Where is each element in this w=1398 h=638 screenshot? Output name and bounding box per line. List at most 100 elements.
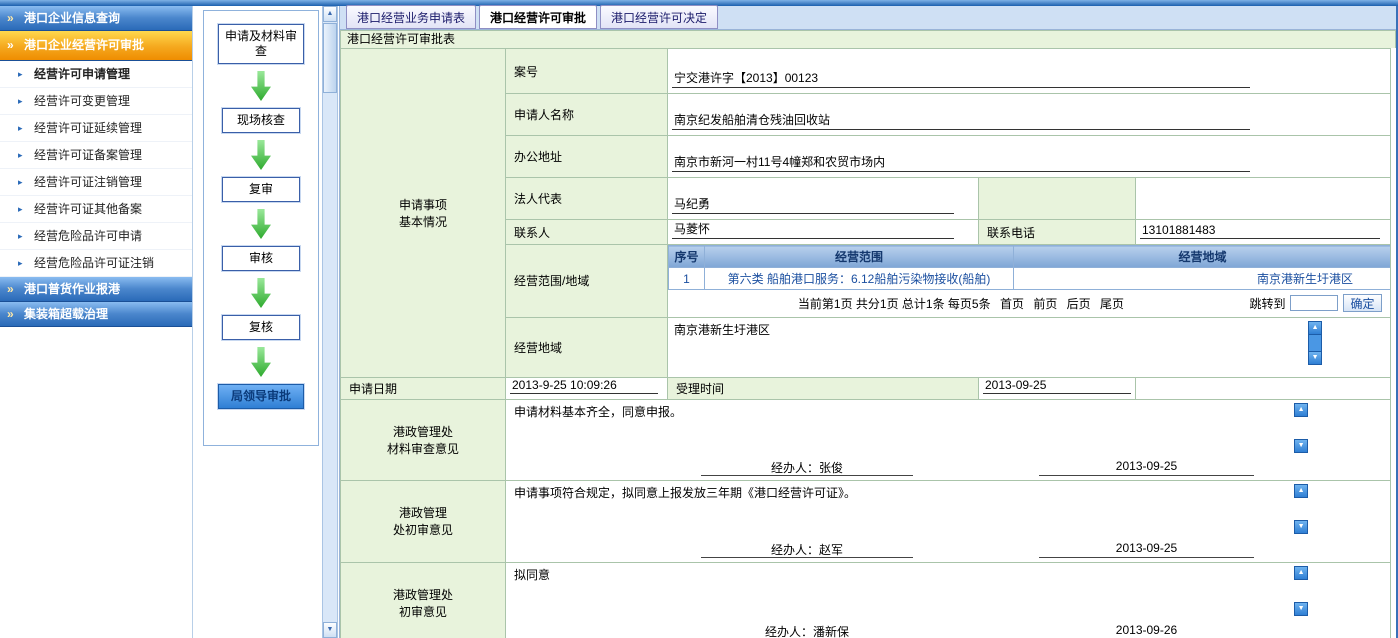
scrollbar-track[interactable] <box>1294 498 1308 520</box>
empty-value-cell <box>1136 178 1391 220</box>
tab-application-form[interactable]: 港口经营业务申请表 <box>346 5 476 29</box>
field-label-area: 经营地域 <box>506 317 668 377</box>
opinion-cell-initial-review: 拟同意 ▲ ▼ 经办人：潘新保 2013-09-26 <box>506 562 1391 638</box>
pagination-summary: 当前第1页 共分1页 总计1条 每页5条 <box>798 297 991 311</box>
phone-field[interactable]: 13101881483 <box>1140 223 1380 239</box>
scope-table-row[interactable]: 1 第六类 船舶港口服务：6.12船舶污染物接收(船舶) 南京港新生圩港区 <box>669 268 1391 290</box>
scroll-down-icon[interactable]: ▼ <box>1294 602 1308 616</box>
sidebar-item-label: 经营许可证备案管理 <box>34 148 142 162</box>
sidebar-item-license-apply[interactable]: ▸ 经营许可申请管理 <box>0 61 192 88</box>
scope-header-area: 经营地域 <box>1014 246 1391 268</box>
jump-confirm-button[interactable]: 确定 <box>1343 294 1381 312</box>
scroll-up-icon[interactable]: ▲ <box>1294 484 1308 498</box>
workflow-step-leader-approval[interactable]: 局领导审批 <box>218 384 304 409</box>
sidebar-item-license-other-filing[interactable]: ▸ 经营许可证其他备案 <box>0 196 192 223</box>
workflow-step-material-review[interactable]: 申请及材料审查 <box>218 24 304 64</box>
vertical-scrollbar[interactable]: ▲ ▼ <box>322 6 338 638</box>
pagination-prev-link[interactable]: 前页 <box>1033 297 1057 311</box>
opinion-label-first-review: 港政管理 处初审意见 <box>341 480 506 562</box>
scroll-up-icon[interactable]: ▲ <box>323 6 337 22</box>
pagination-next-link[interactable]: 后页 <box>1067 297 1091 311</box>
sidebar-item-label: 经营危险品许可证注销 <box>34 256 154 270</box>
pagination-row: 当前第1页 共分1页 总计1条 每页5条 首页 前页 后页 尾页 跳 <box>669 290 1391 317</box>
area-cell: 南京港新生圩港区 ▲ ▼ <box>668 317 1391 377</box>
legal-rep-cell: 马纪勇 <box>668 178 979 220</box>
sidebar-item-label: 经营许可变更管理 <box>34 94 130 108</box>
sidebar-item-license-extension[interactable]: ▸ 经营许可证延续管理 <box>0 115 192 142</box>
workflow-step-site-check[interactable]: 现场核查 <box>222 108 300 133</box>
scope-table-header: 序号 经营范围 经营地域 <box>669 246 1391 268</box>
workflow-step-recheck[interactable]: 复核 <box>222 315 300 340</box>
contact-field[interactable]: 马菱怀 <box>672 220 954 239</box>
triangle-bullet-icon: ▸ <box>18 115 23 141</box>
accept-time-field[interactable]: 2013-09-25 <box>983 378 1131 394</box>
opinion-cell-material-review: 申请材料基本齐全，同意申报。 ▲ ▼ 经办人：张俊 2013-09-25 <box>506 399 1391 480</box>
operator-line: 经办人：张俊 2013-09-25 <box>506 459 1390 477</box>
apply-date-field[interactable]: 2013-9-25 10:09:26 <box>510 378 658 394</box>
jump-page-input[interactable] <box>1290 295 1338 311</box>
menu-group-icon: » <box>7 31 14 60</box>
operator-line: 经办人：潘新保 2013-09-26 <box>506 623 1390 638</box>
tab-license-approval[interactable]: 港口经营许可审批 <box>479 5 597 29</box>
scroll-down-icon[interactable]: ▼ <box>1294 520 1308 534</box>
workflow-step-re-review[interactable]: 复审 <box>222 177 300 202</box>
form-title: 港口经营许可审批表 <box>340 30 1396 48</box>
scrollbar-thumb[interactable] <box>323 23 337 93</box>
phone-cell: 13101881483 <box>1136 220 1391 245</box>
area-scrollbar[interactable]: ▲ ▼ <box>1308 321 1322 365</box>
scroll-down-icon[interactable]: ▼ <box>323 622 337 638</box>
address-field[interactable]: 南京市新河一村11号4幢郑和农贸市场内 <box>672 153 1250 172</box>
scrollbar-track[interactable] <box>1294 417 1308 439</box>
case-no-field[interactable]: 宁交港许字【2013】00123 <box>672 69 1250 88</box>
scroll-up-icon[interactable]: ▲ <box>1294 403 1308 417</box>
scroll-down-icon[interactable]: ▼ <box>1294 439 1308 453</box>
scroll-up-icon[interactable]: ▲ <box>1308 321 1322 335</box>
tab-license-decision[interactable]: 港口经营许可决定 <box>600 5 718 29</box>
sidebar-group-label: 港口企业信息查询 <box>24 11 120 25</box>
triangle-bullet-icon: ▸ <box>18 250 23 276</box>
field-label-scope-area: 经营范围/地域 <box>506 245 668 318</box>
opinion-scrollbar[interactable]: ▲ ▼ <box>1294 566 1308 616</box>
sidebar: » 港口企业信息查询 » 港口企业经营许可审批 ▸ 经营许可申请管理 ▸ 经营许… <box>0 6 193 638</box>
scroll-up-icon[interactable]: ▲ <box>1294 566 1308 580</box>
opinion-textarea[interactable]: 申请材料基本齐全，同意申报。 <box>514 403 1382 420</box>
scroll-down-icon[interactable]: ▼ <box>1308 351 1322 365</box>
opinion-textarea[interactable]: 申请事项符合规定，拟同意上报发放三年期《港口经营许可证》。 <box>514 484 1382 501</box>
scope-header-scope: 经营范围 <box>705 246 1014 268</box>
legal-rep-field[interactable]: 马纪勇 <box>672 195 954 214</box>
area-textarea[interactable]: 南京港新生圩港区 <box>674 321 1384 338</box>
approval-form: 申请事项 基本情况 案号 宁交港许字【2013】00123 申请人名称 南京纪发… <box>340 48 1391 638</box>
opinion-cell-first-review: 申请事项符合规定，拟同意上报发放三年期《港口经营许可证》。 ▲ ▼ 经办人：赵军… <box>506 480 1391 562</box>
opinion-scrollbar[interactable]: ▲ ▼ <box>1294 403 1308 453</box>
workflow-panel: 申请及材料审查 现场核查 复审 审核 复核 局领导审批 <box>203 10 319 446</box>
empty-cell <box>1136 377 1391 399</box>
field-label-case-no: 案号 <box>506 49 668 94</box>
pagination-first-link[interactable]: 首页 <box>1000 297 1024 311</box>
sidebar-item-license-change[interactable]: ▸ 经营许可变更管理 <box>0 88 192 115</box>
scope-row-scope: 第六类 船舶港口服务：6.12船舶污染物接收(船舶) <box>705 268 1014 290</box>
sidebar-group-cargo-report[interactable]: » 港口普货作业报港 <box>0 277 192 302</box>
sidebar-item-license-filing[interactable]: ▸ 经营许可证备案管理 <box>0 142 192 169</box>
sidebar-item-danger-license-cancel[interactable]: ▸ 经营危险品许可证注销 <box>0 250 192 277</box>
pagination-last-link[interactable]: 尾页 <box>1100 297 1124 311</box>
sidebar-group-container-overload[interactable]: » 集装箱超载治理 <box>0 302 192 327</box>
applicant-field[interactable]: 南京纪发船舶清仓残油回收站 <box>672 111 1250 130</box>
accept-time-cell: 2013-09-25 <box>979 377 1136 399</box>
opinion-scrollbar[interactable]: ▲ ▼ <box>1294 484 1308 534</box>
workflow-step-audit[interactable]: 审核 <box>222 246 300 271</box>
sidebar-group-enterprise-info[interactable]: » 港口企业信息查询 <box>0 6 192 31</box>
app-window: » 港口企业信息查询 » 港口企业经营许可审批 ▸ 经营许可申请管理 ▸ 经营许… <box>0 0 1398 638</box>
triangle-bullet-icon: ▸ <box>18 196 23 222</box>
sidebar-item-danger-license-apply[interactable]: ▸ 经营危险品许可申请 <box>0 223 192 250</box>
scope-header-no: 序号 <box>669 246 705 268</box>
sidebar-group-license-approval[interactable]: » 港口企业经营许可审批 <box>0 31 192 61</box>
field-label-address: 办公地址 <box>506 136 668 178</box>
triangle-bullet-icon: ▸ <box>18 223 23 249</box>
operator-date: 2013-09-26 <box>1039 623 1254 638</box>
opinion-textarea[interactable]: 拟同意 <box>514 566 1382 583</box>
scrollbar-track[interactable] <box>1294 580 1308 602</box>
sidebar-item-license-cancel[interactable]: ▸ 经营许可证注销管理 <box>0 169 192 196</box>
scrollbar-thumb[interactable] <box>1308 335 1322 351</box>
sidebar-item-label: 经营危险品许可申请 <box>34 229 142 243</box>
menu-group-icon: » <box>7 6 14 30</box>
